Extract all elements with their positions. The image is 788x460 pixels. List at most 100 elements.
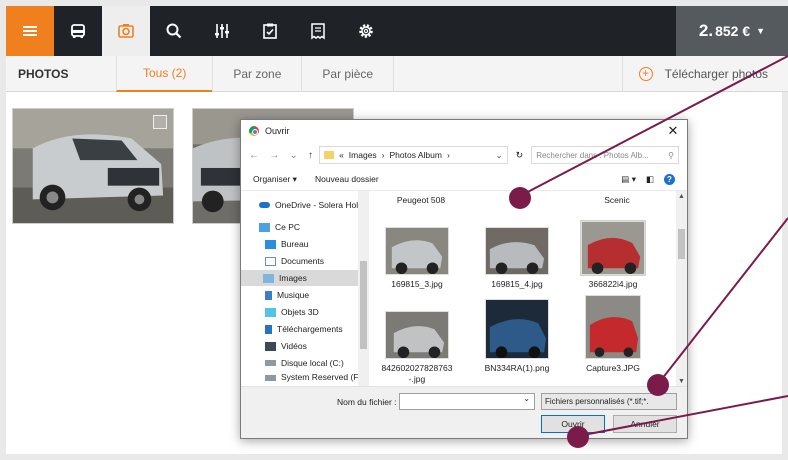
up-arrow-icon[interactable]: ↑ [308,150,313,161]
file-name: 169815_4.jpg [491,279,543,289]
tree-item-3d-objects[interactable]: Objets 3D [265,304,319,320]
tree-label: Musique [277,290,310,300]
file-thumbnail [580,220,646,276]
tab-by-zone[interactable]: Par zone [212,55,301,92]
open-file-dialog: Ouvrir ✕ ← → ⌄ ↑ « Images › Photos Album… [240,119,688,439]
tree-item-videos[interactable]: Vidéos [265,338,307,354]
scroll-down-icon[interactable]: ▼ [676,378,687,385]
car-icon [71,24,85,38]
back-arrow-icon[interactable]: ← [249,150,259,161]
file-name: 169815_3.jpg [391,279,443,289]
tree-item-this-pc[interactable]: Ce PC [259,219,300,235]
tree-item-onedrive[interactable]: OneDrive - Solera Hold [259,197,363,213]
file-item[interactable]: BN334RA(1).png [469,299,565,373]
search-button[interactable] [150,6,198,56]
new-folder-button[interactable]: Nouveau dossier [315,174,379,184]
tree-label: Disque local (C:) [281,358,344,368]
drive-icon [265,360,276,366]
folder-item[interactable]: RE [473,195,569,205]
search-placeholder: Rechercher dans : Photos Alb... [536,150,649,160]
dialog-titlebar: Ouvrir ✕ [241,120,687,142]
file-type-select[interactable]: Fichiers personnalisés (*.tif;*. [541,393,677,410]
close-icon[interactable]: ✕ [659,123,687,139]
settings-sliders-button[interactable] [198,6,246,56]
filename-input[interactable]: ⌄ [399,393,535,410]
scrollbar-thumb[interactable] [360,261,367,349]
tree-item-music[interactable]: Musique [265,287,309,303]
invoice-button[interactable] [294,6,342,56]
file-list-scrollbar[interactable]: ▲ ▼ [676,191,687,387]
tree-item-local-disk[interactable]: Disque local (C:) [265,355,344,371]
chevron-down-icon: ▼ [756,26,766,36]
navbar-spacer [390,6,676,56]
search-icon [166,23,182,39]
file-name: 366822i4.jpg [588,279,638,289]
tree-item-downloads[interactable]: Téléchargements [265,321,343,337]
images-icon [263,273,274,283]
menu-button[interactable] [6,6,54,56]
sliders-icon [215,24,229,38]
tree-item-images[interactable]: Images [241,270,358,286]
path-separator: › [446,150,450,160]
tree-label: Images [279,273,307,283]
document-icon [265,256,276,266]
folder-search-input[interactable]: Rechercher dans : Photos Alb... ⚲ [531,146,680,164]
refresh-icon[interactable]: ↻ [512,150,528,161]
path-segment-album[interactable]: Photos Album [390,150,442,160]
file-item[interactable]: 169815_3.jpg [369,227,465,289]
folder-item[interactable]: Peugeot 508 [373,195,469,205]
file-list: Peugeot 508 RE Scenic 169815_3.jpg 16981… [369,191,687,387]
total-price-dropdown[interactable]: 2. 852 € ▼ [676,6,788,56]
view-controls: ▤ ▾ ◧ ? [621,173,675,185]
path-overflow: « [339,150,344,160]
chevron-down-icon[interactable]: ⌄ [523,394,530,403]
chevron-down-icon[interactable]: ⌄ [496,150,503,161]
tree-label: System Reserved (F:) [281,372,364,382]
drive-icon [265,375,276,381]
gear-button[interactable] [342,6,390,56]
help-icon[interactable]: ? [664,173,675,185]
tree-scrollbar[interactable] [358,191,369,387]
path-segment-images[interactable]: Images [349,150,377,160]
file-item[interactable]: 169815_4.jpg [469,227,565,289]
file-thumbnail [585,295,641,359]
photos-button[interactable] [102,6,150,56]
clipboard-check-icon [263,23,277,39]
folder-icon [324,151,335,159]
open-button[interactable]: Ouvrir [541,415,605,433]
file-thumbnail [385,227,449,275]
file-item[interactable]: 842602027828763 -.jpg [369,311,465,385]
tree-label: Objets 3D [281,307,319,317]
checklist-button[interactable] [246,6,294,56]
computer-icon [259,222,270,232]
photo-thumbnail[interactable] [12,108,174,224]
forward-arrow-icon[interactable]: → [269,150,279,161]
history-chevron-icon[interactable]: ⌄ [289,150,297,161]
tree-item-desktop[interactable]: Bureau [265,236,308,252]
filename-label: Nom du fichier : [337,397,397,407]
folder-item[interactable]: Scenic [569,195,665,205]
scrollbar-thumb[interactable] [678,229,685,259]
chrome-icon [249,126,259,136]
cancel-button[interactable]: Annuler [613,415,677,433]
dialog-footer: Nom du fichier : ⌄ Fichiers personnalisé… [241,386,687,438]
view-mode-icon[interactable]: ▤ ▾ [621,174,636,185]
tree-item-documents[interactable]: Documents [265,253,324,269]
organise-menu[interactable]: Organiser ▾ [253,174,297,185]
gear-icon [359,24,373,38]
file-item[interactable]: Capture3.JPG [565,295,661,373]
select-checkbox[interactable] [153,115,167,129]
upload-photos-button[interactable]: + Télécharger photos [621,55,788,92]
address-bar[interactable]: « Images › Photos Album › ⌄ [319,146,508,164]
file-thumbnail [485,299,549,359]
photos-subheader: PHOTOS Tous (2) Par zone Par pièce + Tél… [6,55,788,92]
tab-all[interactable]: Tous (2) [116,55,213,92]
vehicle-button[interactable] [54,6,102,56]
scroll-up-icon[interactable]: ▲ [676,193,687,200]
preview-pane-icon[interactable]: ◧ [646,174,654,185]
cube-icon [265,307,276,317]
tree-item-system-reserved[interactable]: System Reserved (F:) [265,372,364,384]
tab-by-part[interactable]: Par pièce [301,55,395,92]
desktop-icon [265,239,276,249]
file-item[interactable]: 366822i4.jpg [565,220,661,289]
